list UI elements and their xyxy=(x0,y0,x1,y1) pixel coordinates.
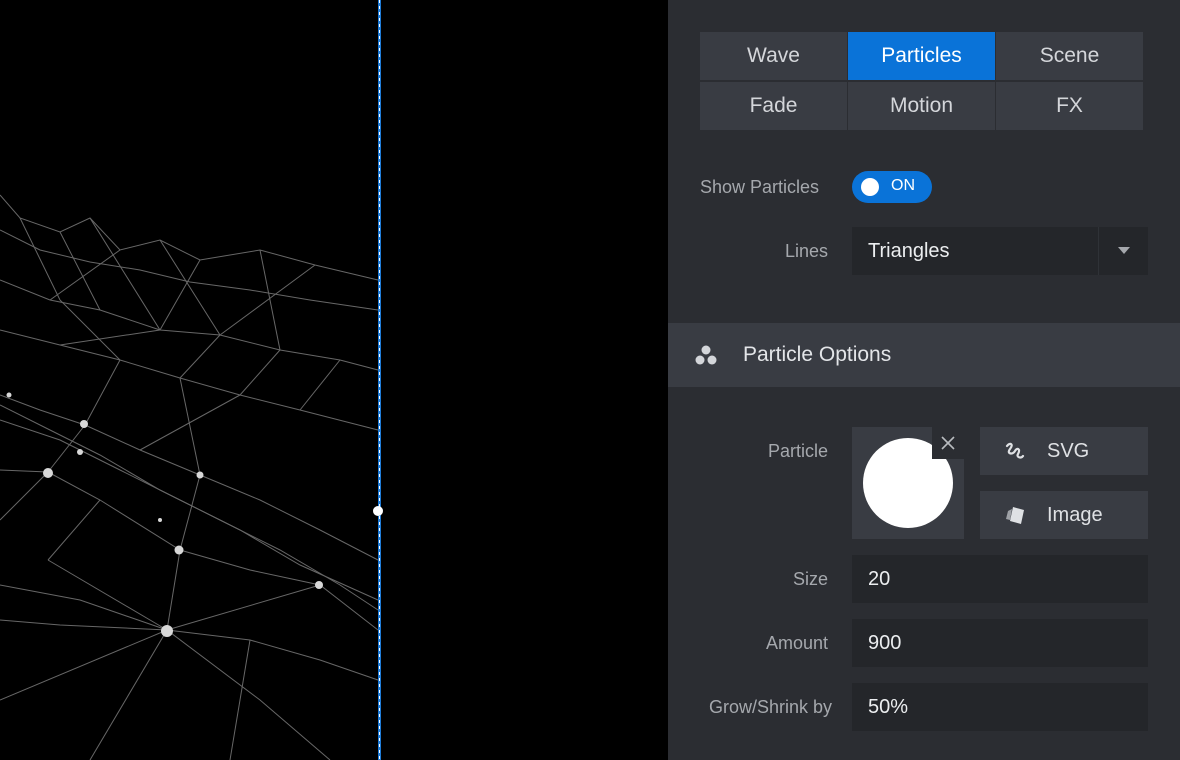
particle-label: Particle xyxy=(767,441,828,461)
guide-handle[interactable] xyxy=(373,506,383,516)
select-divider xyxy=(1098,227,1099,275)
svg-button-label: SVG xyxy=(1047,440,1090,462)
particle-mesh xyxy=(0,194,379,760)
tab-wave[interactable]: Wave xyxy=(700,32,848,80)
grow-shrink-label: Grow/Shrink by xyxy=(708,697,832,717)
squiggle-icon xyxy=(1005,442,1025,459)
preview-canvas[interactable] xyxy=(0,0,668,760)
vertical-guide-line[interactable] xyxy=(378,0,381,760)
image-button[interactable]: Image xyxy=(980,491,1148,539)
show-particles-toggle[interactable]: ON xyxy=(852,171,932,203)
chevron-down-icon[interactable] xyxy=(1118,247,1130,254)
size-field[interactable] xyxy=(852,555,1148,603)
grow-shrink-field[interactable] xyxy=(852,683,1148,731)
particles-icon xyxy=(695,345,717,365)
app-root: Wave Particles Scene Fade Motion FX Show… xyxy=(0,0,1180,760)
remove-particle-button[interactable] xyxy=(932,427,964,459)
effect-tabs: Wave Particles Scene Fade Motion FX xyxy=(700,32,1144,130)
toggle-state-text: ON xyxy=(891,177,915,194)
tab-fx[interactable]: FX xyxy=(996,82,1144,130)
tab-scene[interactable]: Scene xyxy=(996,32,1144,80)
lines-selected-value: Triangles xyxy=(868,240,950,262)
grow-shrink-input[interactable] xyxy=(852,683,1148,731)
close-icon xyxy=(941,436,955,450)
settings-panel: Wave Particles Scene Fade Motion FX Show… xyxy=(668,0,1180,760)
size-input[interactable] xyxy=(852,555,1148,603)
amount-label: Amount xyxy=(765,633,828,653)
tab-motion[interactable]: Motion xyxy=(848,82,996,130)
toggle-knob xyxy=(861,178,879,196)
show-particles-label: Show Particles xyxy=(700,177,820,197)
lines-label: Lines xyxy=(784,241,828,261)
particle-options-header[interactable]: Particle Options xyxy=(668,323,1180,387)
amount-input[interactable] xyxy=(852,619,1148,667)
tab-fade[interactable]: Fade xyxy=(700,82,848,130)
tab-particles[interactable]: Particles xyxy=(848,32,996,80)
image-button-label: Image xyxy=(1047,504,1103,526)
section-title: Particle Options xyxy=(743,343,892,366)
image-icon xyxy=(1006,507,1024,524)
lines-select[interactable]: Triangles xyxy=(852,227,1148,275)
svg-button[interactable]: SVG xyxy=(980,427,1148,475)
size-label: Size xyxy=(792,569,828,589)
amount-field[interactable] xyxy=(852,619,1148,667)
